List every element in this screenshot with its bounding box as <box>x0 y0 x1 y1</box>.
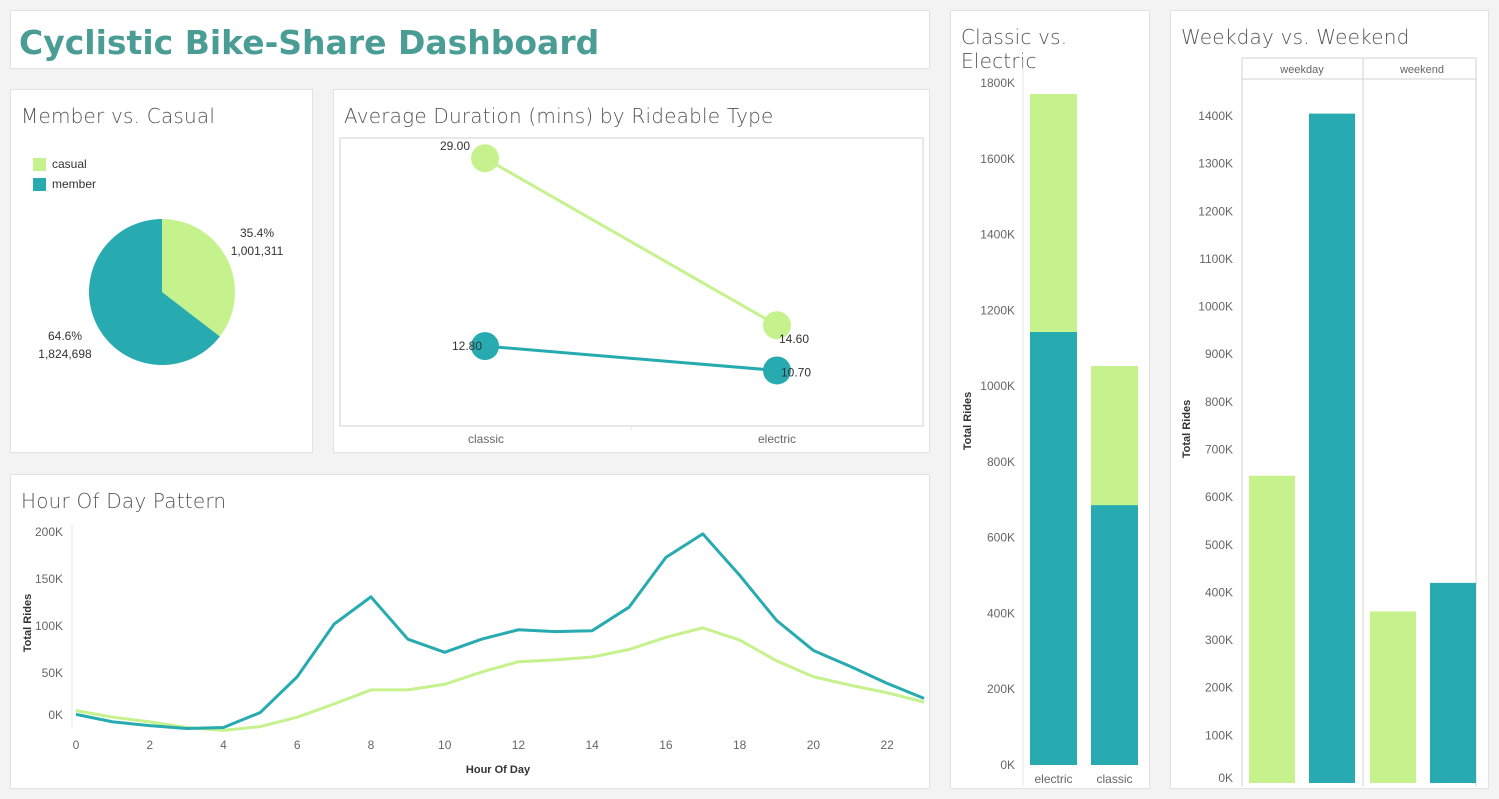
hourly-line-casual[interactable] <box>75 626 925 732</box>
ww-y-tick: 100K <box>1205 728 1233 742</box>
ww-y-tick: 1300K <box>1198 157 1233 171</box>
hourly-x-tick: 0 <box>73 738 80 752</box>
hourly-x-tick: 10 <box>438 738 452 752</box>
hourly-x-tick: 18 <box>733 738 747 752</box>
ww-bar-weekend-casual[interactable] <box>1370 611 1416 783</box>
ce-y-tick: 800K <box>987 455 1015 469</box>
ww-y-tick: 300K <box>1205 633 1233 647</box>
duration-x-label-electric: electric <box>758 432 796 446</box>
classic-vs-electric-panel: Classic vs. Electric Total Rides 0K 200K 4… <box>950 10 1150 789</box>
member-count-label: 1,824,698 <box>38 347 92 361</box>
hourly-y-tick: 0K <box>48 708 63 722</box>
duration-panel: Average Duration (mins) by Rideable Type… <box>333 89 930 453</box>
ww-bar-weekend-member[interactable] <box>1430 582 1476 783</box>
casual-count-label: 1,001,311 <box>231 244 284 258</box>
hourly-x-tick: 20 <box>807 738 821 752</box>
pie-chart: 35.4% 1,001,311 64.6% 1,824,698 <box>38 219 284 365</box>
hourly-panel: Hour Of Day Pattern Total Rides Hour Of … <box>10 474 930 789</box>
member-vs-casual-panel: Member vs. Casual casual member 35.4% 1,… <box>10 89 313 453</box>
hourly-x-tick: 6 <box>294 738 301 752</box>
ce-bar-classic-casual[interactable] <box>1091 366 1138 506</box>
weekday-weekend-chart: Total Rides weekday weekend 0K 100K 200K 30… <box>1181 57 1477 786</box>
ww-y-tick: 900K <box>1205 347 1233 361</box>
ce-x-label-classic: classic <box>1096 772 1132 786</box>
ww-y-tick: 0K <box>1218 771 1233 785</box>
hourly-y-tick: 200K <box>35 525 63 539</box>
ww-y-tick: 1000K <box>1198 300 1233 314</box>
duration-label-casual-classic: 29.00 <box>440 139 470 153</box>
hourly-x-tick: 16 <box>659 738 673 752</box>
dashboard-header: Cyclistic Bike-Share Dashboard <box>10 10 930 69</box>
duration-line-casual <box>484 156 778 327</box>
ww-group-label-weekday: weekday <box>1279 64 1324 76</box>
hourly-x-axis-title: Hour Of Day <box>466 764 531 776</box>
ce-y-tick: 1400K <box>980 228 1015 242</box>
ww-y-axis-title: Total Rides <box>1181 400 1193 458</box>
hourly-x-tick: 12 <box>512 738 526 752</box>
hourly-y-tick: 150K <box>35 572 63 586</box>
ce-x-label-electric: electric <box>1034 772 1072 786</box>
ww-group-label-weekend: weekend <box>1399 64 1444 76</box>
ce-bar-electric-member[interactable] <box>1030 331 1077 765</box>
ce-y-tick: 1600K <box>980 152 1015 166</box>
hourly-x-tick: 22 <box>880 738 894 752</box>
duration-label-casual-electric: 14.60 <box>779 332 809 346</box>
duration-label-member-electric: 10.70 <box>781 365 811 379</box>
dashboard-title: Cyclistic Bike-Share Dashboard <box>19 23 600 62</box>
ce-y-tick: 1000K <box>980 379 1015 393</box>
hourly-x-tick: 2 <box>146 738 153 752</box>
ce-bar-electric-casual[interactable] <box>1030 93 1077 332</box>
duration-line-member <box>484 344 778 372</box>
casual-pct-label: 35.4% <box>240 226 274 240</box>
hourly-y-tick: 50K <box>42 666 63 680</box>
ce-y-axis-title: Total Rides <box>962 392 974 450</box>
ce-y-tick: 400K <box>987 606 1015 620</box>
member-pct-label: 64.6% <box>48 329 82 343</box>
ww-y-tick: 800K <box>1205 395 1233 409</box>
duration-chart: classic electric 29.00 14.60 12.80 10.70 <box>339 137 924 446</box>
ww-y-tick: 500K <box>1205 538 1233 552</box>
hourly-x-tick: 4 <box>220 738 227 752</box>
ww-y-tick: 1200K <box>1198 204 1233 218</box>
ww-bar-weekday-member[interactable] <box>1309 113 1355 783</box>
duration-point-casual-classic[interactable] <box>471 144 499 173</box>
ce-bar-classic-member[interactable] <box>1091 505 1138 765</box>
ce-y-tick: 600K <box>987 531 1015 545</box>
hourly-y-tick: 100K <box>35 619 63 633</box>
duration-x-label-classic: classic <box>468 432 504 446</box>
hourly-line-member[interactable] <box>75 532 925 730</box>
ww-y-tick: 600K <box>1205 490 1233 504</box>
hourly-chart: Total Rides Hour Of Day 0K50K100K150K200… <box>22 525 925 776</box>
classic-electric-chart: Total Rides 0K 200K 400K 600K 800K 1000K 1200K… <box>962 59 1138 786</box>
duration-plot-frame <box>339 137 924 427</box>
ce-y-tick: 1200K <box>980 303 1015 317</box>
ce-y-tick: 0K <box>1000 758 1015 772</box>
hourly-x-tick: 14 <box>585 738 599 752</box>
ww-y-tick: 200K <box>1205 681 1233 695</box>
hourly-y-axis-title: Total Rides <box>22 594 34 652</box>
weekday-vs-weekend-panel: Weekday vs. Weekend Total Rides weekday … <box>1170 10 1489 789</box>
ww-y-tick: 1400K <box>1198 109 1233 123</box>
ww-y-tick: 1100K <box>1199 252 1233 266</box>
ww-bar-weekday-casual[interactable] <box>1249 475 1295 783</box>
ww-y-tick: 700K <box>1205 443 1233 457</box>
ww-y-tick: 400K <box>1205 585 1233 599</box>
duration-label-member-classic: 12.80 <box>452 339 482 353</box>
ce-y-tick: 1800K <box>980 76 1015 90</box>
hourly-x-tick: 8 <box>368 738 375 752</box>
ce-y-tick: 200K <box>987 682 1015 696</box>
